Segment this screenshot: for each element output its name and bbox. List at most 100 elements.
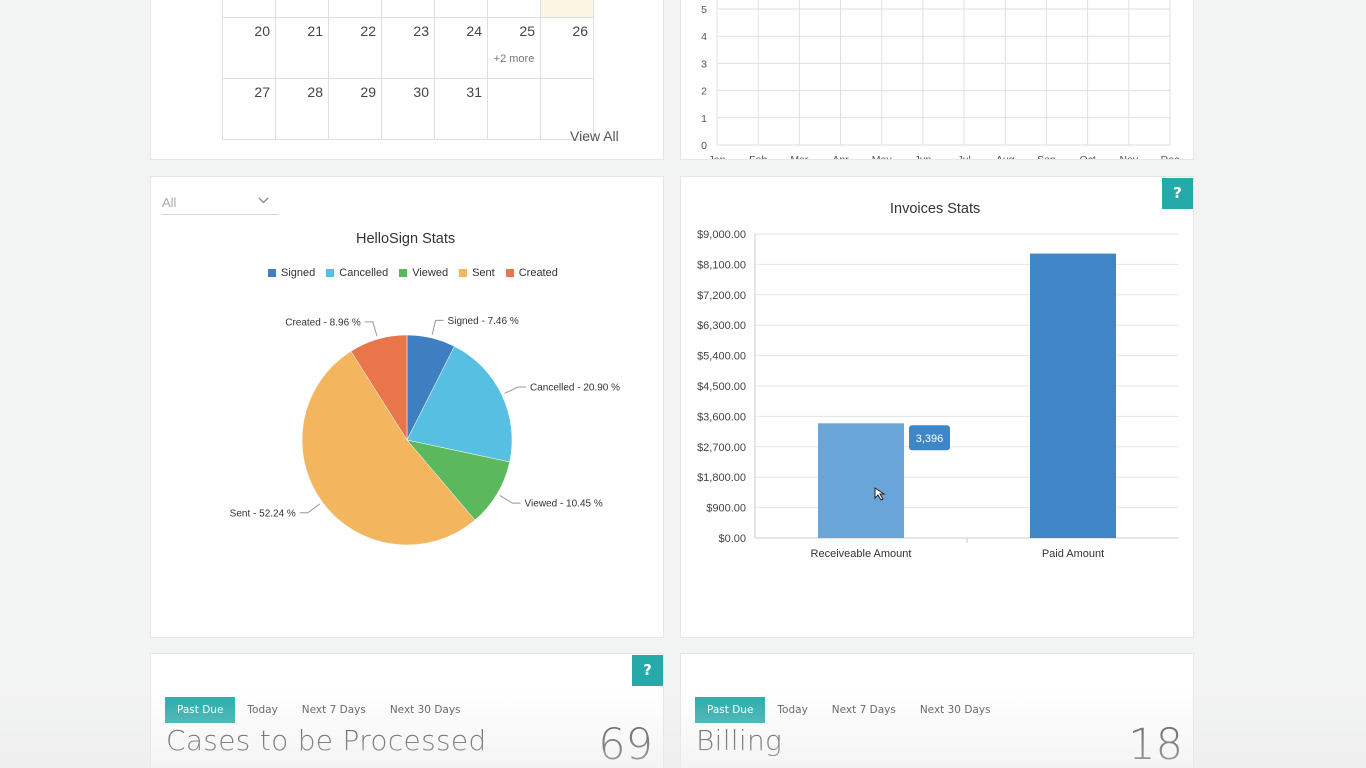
cases-title: Cases to be Processed	[166, 724, 487, 757]
calendar-day[interactable]: 26	[540, 17, 594, 79]
pie-data-label: Signed - 7.46 %	[448, 316, 519, 327]
tab-past-due[interactable]: Past Due	[695, 697, 766, 723]
calendar-day[interactable]: 21	[275, 17, 329, 79]
pie-legend: Signed Cancelled Viewed Sent Created	[268, 267, 558, 279]
cases-help-button[interactable]: ?	[632, 655, 663, 686]
y-tick-label: $2,700.00	[697, 442, 746, 454]
y-tick-label: 5	[701, 4, 707, 16]
cases-count[interactable]: 69	[598, 720, 653, 768]
pie-chart-title: HelloSign Stats	[356, 231, 456, 247]
legend-item-viewed[interactable]: Viewed	[399, 267, 448, 279]
legend-item-signed[interactable]: Signed	[268, 267, 315, 279]
calendar-day[interactable]: 29	[328, 78, 382, 140]
bar-tooltip-label: 3,396	[916, 433, 944, 445]
x-tick-label: Paid Amount	[1042, 548, 1104, 560]
tab-today[interactable]: Today	[765, 697, 819, 723]
tab-past-due[interactable]: Past Due	[165, 697, 236, 723]
calendar-day[interactable]	[328, 0, 382, 18]
y-tick-label: 0	[701, 140, 707, 152]
y-tick-label: $0.00	[718, 533, 746, 545]
x-tick-label: Feb	[749, 154, 767, 160]
tab-next-7-days[interactable]: Next 7 Days	[820, 697, 908, 723]
calendar-day[interactable]: 22	[328, 17, 382, 79]
tab-today[interactable]: Today	[235, 697, 289, 723]
pie-data-label: Viewed - 10.45 %	[525, 499, 603, 510]
cases-card: ? Past Due Today Next 7 Days Next 30 Day…	[150, 653, 664, 768]
cases-tabs: Past Due Today Next 7 Days Next 30 Days	[165, 697, 473, 723]
x-tick-label: Jan	[709, 154, 726, 160]
y-tick-label: 3	[701, 58, 707, 70]
calendar-day[interactable]	[434, 0, 488, 18]
calendar-grid: 20 21 22 23 24 25 +2 more 26 27 28 29 30 …	[222, 0, 594, 140]
pie-label-connector	[299, 503, 321, 514]
invoices-bar-chart: $0.00 $900.00 $1,800.00 $2,700.00 $3,600.00 $…	[697, 229, 1179, 560]
legend-item-sent[interactable]: Sent	[459, 267, 495, 279]
x-tick-label: Nov	[1119, 154, 1138, 160]
monthly-chart-card: 5 4 3 2 1 0 Jan Feb Mar Apr May Jun Jul Aug Sep Oct Nov D…	[680, 0, 1194, 160]
x-tick-label: Jul	[957, 154, 970, 160]
calendar-day[interactable]: 27	[222, 78, 276, 140]
y-tick-label: $900.00	[706, 503, 746, 515]
bar-paid-amount	[1030, 253, 1116, 538]
calendar-day[interactable]: 28	[275, 78, 329, 140]
pie-data-label: Created - 8.96 %	[285, 317, 361, 328]
calendar-day[interactable]: 25 +2 more	[487, 17, 541, 79]
y-tick-label: $4,500.00	[697, 381, 746, 393]
calendar-day[interactable]: 30	[381, 78, 435, 140]
legend-swatch	[326, 269, 335, 277]
calendar-day-today[interactable]	[540, 0, 594, 18]
y-tick-label: $5,400.00	[697, 351, 746, 363]
calendar-day[interactable]: 23	[381, 17, 435, 79]
y-tick-label: $7,200.00	[697, 290, 746, 302]
tab-next-30-days[interactable]: Next 30 Days	[908, 697, 1003, 723]
calendar-day[interactable]	[381, 0, 435, 18]
billing-tabs: Past Due Today Next 7 Days Next 30 Days	[695, 697, 1003, 723]
view-all-link[interactable]: View All	[570, 128, 619, 144]
invoices-card: ? Invoices Stats $0.00 $900.00 $1,800.00 $2…	[680, 176, 1194, 638]
more-events-link[interactable]: +2 more	[488, 53, 540, 65]
pie-data-label: Cancelled - 20.90 %	[530, 382, 620, 393]
legend-item-created[interactable]: Created	[505, 267, 558, 279]
pie-label-connector	[364, 321, 378, 337]
hellosign-card: All HelloSign Stats Signed Cancelled Vie…	[150, 176, 664, 638]
billing-title: Billing	[696, 724, 783, 757]
x-tick-label: Oct	[1079, 154, 1095, 160]
y-tick-label: $8,100.00	[697, 259, 746, 271]
x-tick-label: May	[872, 154, 893, 160]
y-tick-label: $1,800.00	[697, 472, 746, 484]
tab-next-7-days[interactable]: Next 7 Days	[290, 697, 378, 723]
legend-label: Cancelled	[339, 267, 389, 279]
calendar-day[interactable]: 20	[222, 17, 276, 79]
y-tick-label: 4	[701, 31, 707, 43]
tab-next-30-days[interactable]: Next 30 Days	[378, 697, 473, 723]
invoices-help-button[interactable]: ?	[1162, 178, 1193, 209]
pie-label-connector	[499, 495, 521, 504]
pie-data-label: Sent - 52.24 %	[230, 508, 296, 519]
calendar-day[interactable]	[487, 0, 541, 18]
y-tick-label: 1	[701, 113, 707, 125]
monthly-chart: 5 4 3 2 1 0Jan Feb Mar Apr May Jun Jul Aug Sep Oct Nov D…	[701, 0, 1180, 160]
y-tick-label: $6,300.00	[697, 320, 746, 332]
hellosign-pie-chart: Signed - 7.46 % Cancelled - 20.90 % Viewed…	[230, 316, 620, 546]
calendar-day[interactable]: 31	[434, 78, 488, 140]
legend-label: Signed	[281, 267, 316, 279]
calendar-day[interactable]: 24	[434, 17, 488, 79]
legend-swatch	[268, 269, 276, 277]
y-tick-label: $3,600.00	[697, 411, 746, 423]
x-tick-label: Dec	[1161, 154, 1180, 160]
x-tick-label: Receiveable Amount	[811, 548, 912, 560]
status-filter-dropdown[interactable]: All	[161, 191, 279, 215]
legend-swatch	[505, 269, 514, 277]
legend-label: Viewed	[412, 267, 449, 279]
calendar-day[interactable]	[487, 78, 541, 140]
legend-item-cancelled[interactable]: Cancelled	[326, 267, 388, 279]
calendar-day[interactable]	[275, 0, 329, 18]
calendar-day[interactable]	[222, 0, 276, 18]
legend-label: Sent	[472, 267, 495, 279]
x-tick-label: Sep	[1037, 154, 1056, 160]
billing-card: Past Due Today Next 7 Days Next 30 Days …	[680, 653, 1194, 768]
legend-swatch	[459, 269, 468, 277]
billing-count[interactable]: 18	[1128, 720, 1183, 768]
legend-swatch	[399, 269, 408, 277]
pie-label-connector	[504, 386, 526, 394]
